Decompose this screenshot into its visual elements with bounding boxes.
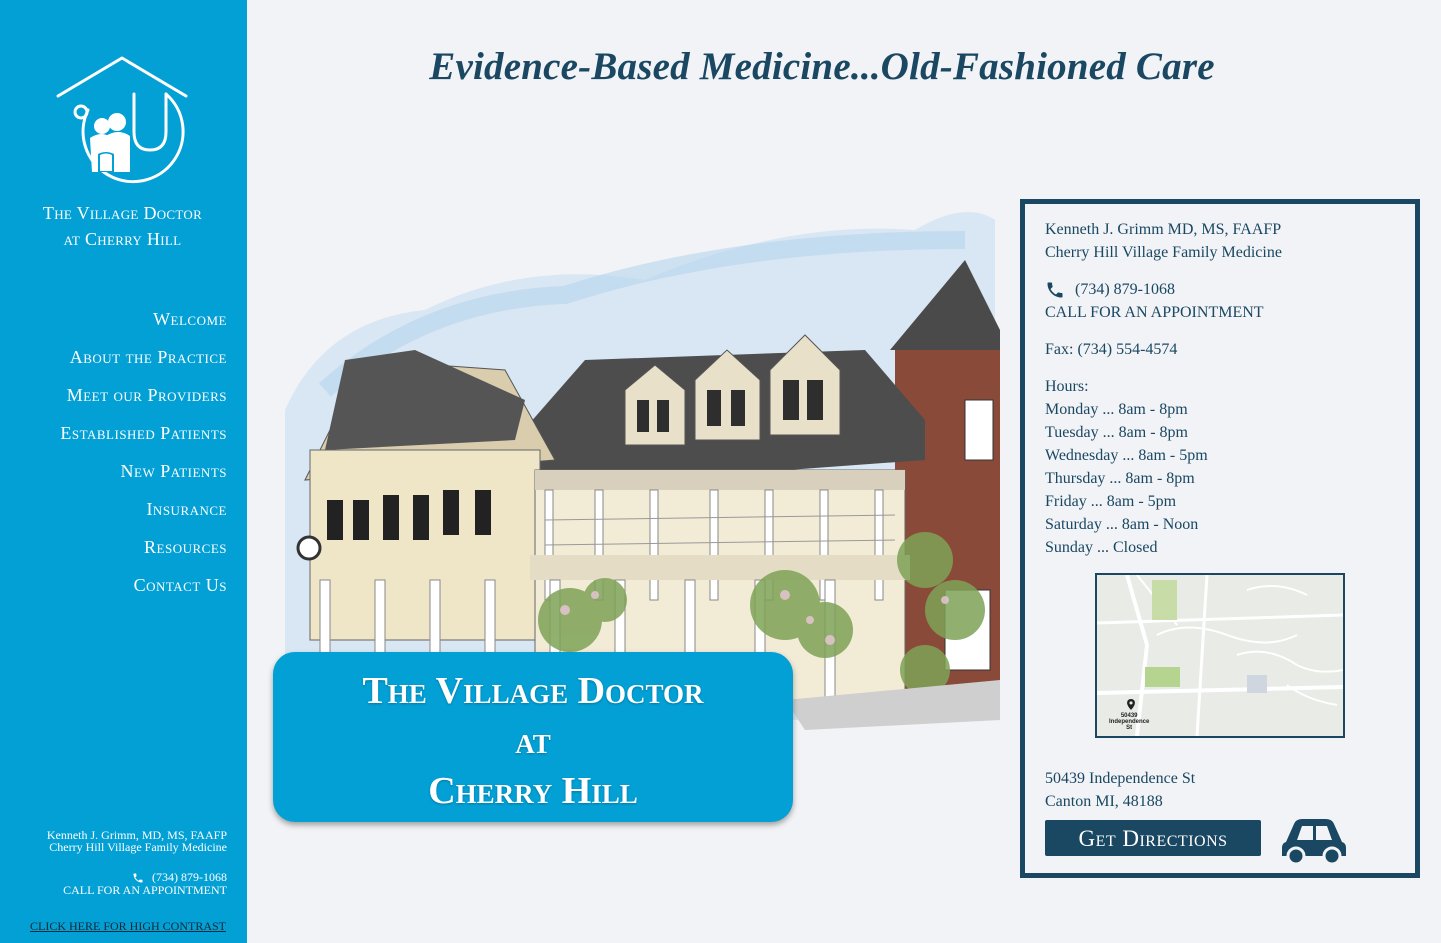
hero-title-line2: at xyxy=(515,720,551,762)
call-cta: CALL FOR AN APPOINTMENT xyxy=(1045,304,1264,321)
sidebar: The Village Doctor at Cherry Hill Welcom… xyxy=(0,0,247,943)
hours-sunday: Sunday ... Closed xyxy=(1045,539,1158,556)
map-address-label: 50439 Independence St xyxy=(1109,713,1150,731)
hours-tuesday: Tuesday ... 8am - 8pm xyxy=(1045,424,1188,441)
address-line2: Canton MI, 48188 xyxy=(1045,793,1163,810)
site-title-line1: The Village Doctor xyxy=(42,203,203,223)
nav-item-about-the-practice[interactable]: About the Practice xyxy=(60,338,227,376)
address: 50439 Independence St Canton MI, 48188 xyxy=(1045,767,1195,813)
hero-title-badge: The Village Doctor at Cherry Hill xyxy=(273,652,793,822)
page-headline: Evidence-Based Medicine...Old-Fashioned … xyxy=(429,45,1215,88)
phone-link[interactable]: (734) 879-1068 xyxy=(1045,278,1405,301)
main-nav: Welcome About the Practice Meet our Prov… xyxy=(60,300,227,604)
house-family-stethoscope-logo[interactable] xyxy=(54,54,190,186)
sidebar-call-cta: CALL FOR AN APPOINTMENT xyxy=(63,883,227,898)
site-title-line2: at Cherry Hill xyxy=(63,229,182,249)
get-directions-button[interactable]: Get Directions xyxy=(1045,820,1261,856)
nav-item-welcome[interactable]: Welcome xyxy=(60,300,227,338)
nav-item-resources[interactable]: Resources xyxy=(60,528,227,566)
hours-saturday: Saturday ... 8am - Noon xyxy=(1045,516,1199,533)
practice-name: Cherry Hill Village Family Medicine xyxy=(1045,244,1282,261)
sidebar-phone[interactable]: (734) 879-1068 xyxy=(47,871,227,884)
hero-title-line3: Cherry Hill xyxy=(428,770,638,812)
high-contrast-link[interactable]: CLICK HERE FOR HIGH CONTRAST xyxy=(30,919,226,934)
hours-thursday: Thursday ... 8am - 8pm xyxy=(1045,470,1195,487)
hero-title-line1: The Village Doctor xyxy=(362,670,704,712)
hours-label: Hours: xyxy=(1045,378,1089,395)
hours-friday: Friday ... 8am - 5pm xyxy=(1045,493,1177,510)
doctor-name: Kenneth J. Grimm MD, MS, FAAFP xyxy=(1045,221,1282,238)
map-pin-icon xyxy=(1127,699,1135,710)
site-title[interactable]: The Village Doctor at Cherry Hill xyxy=(0,200,245,252)
nav-item-new-patients[interactable]: New Patients xyxy=(60,452,227,490)
contact-info-panel: Kenneth J. Grimm MD, MS, FAAFP Cherry Hi… xyxy=(1020,199,1420,878)
nav-item-meet-our-providers[interactable]: Meet our Providers xyxy=(60,376,227,414)
sidebar-contact: Kenneth J. Grimm, MD, MS, FAAFP Cherry H… xyxy=(47,829,227,896)
car-icon[interactable] xyxy=(1280,816,1348,866)
hours-monday: Monday ... 8am - 8pm xyxy=(1045,401,1188,418)
fax-number: Fax: (734) 554-4574 xyxy=(1045,341,1178,358)
phone-number: (734) 879-1068 xyxy=(1075,281,1175,298)
phone-icon xyxy=(1047,282,1063,297)
nav-item-established-patients[interactable]: Established Patients xyxy=(60,414,227,452)
address-line1: 50439 Independence St xyxy=(1045,770,1196,787)
nav-item-insurance[interactable]: Insurance xyxy=(60,490,227,528)
nav-item-contact-us[interactable]: Contact Us xyxy=(60,566,227,604)
location-map[interactable]: 50439 Independence St xyxy=(1095,573,1345,738)
hours-wednesday: Wednesday ... 8am - 5pm xyxy=(1045,447,1208,464)
sidebar-practice-name: Cherry Hill Village Family Medicine xyxy=(49,840,227,854)
sidebar-phone-number: (734) 879-1068 xyxy=(152,870,227,884)
